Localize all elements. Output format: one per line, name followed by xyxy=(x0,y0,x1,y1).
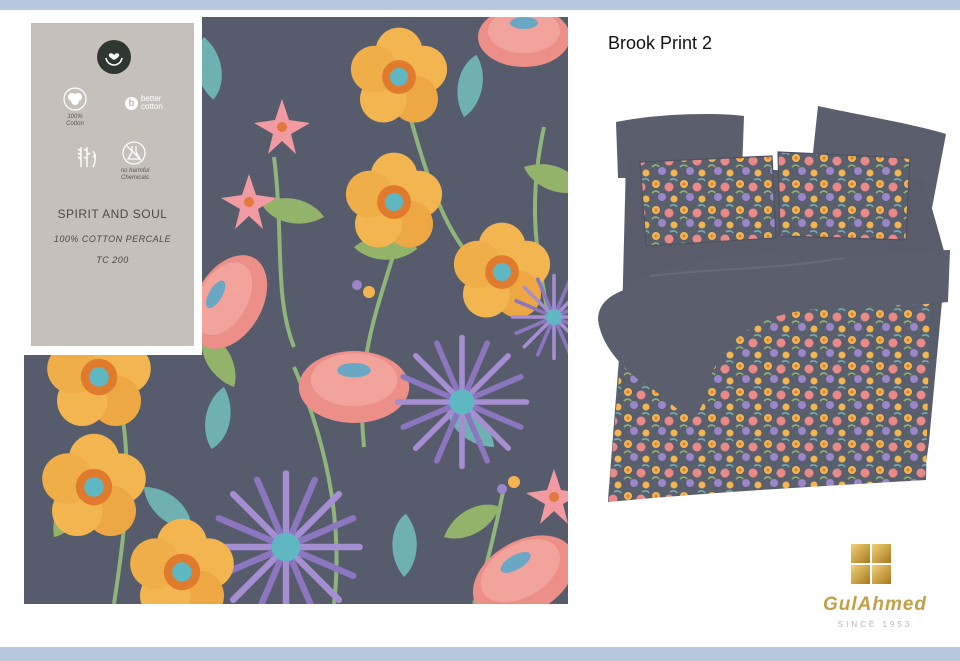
fabric-composition: 100% COTTON PERCALE xyxy=(53,234,172,244)
brand-name: GulAhmed xyxy=(822,594,928,615)
cotton-caption-line2: Cotton xyxy=(66,121,84,127)
cotton-caption-line1: 100% xyxy=(67,114,83,120)
brand-logo: GulAhmed SINCE 1953 xyxy=(805,540,945,640)
cotton-boll-icon xyxy=(63,87,87,111)
better-cotton-text-line2: cotton xyxy=(141,102,163,111)
cotton-caption: 100% Cotton xyxy=(59,114,91,128)
chemicals-caption: no harmful Chemicals xyxy=(113,168,157,182)
collection-name: SPIRIT AND SOUL xyxy=(57,207,168,221)
label-card: 100% Cotton b better cotton no harmful C… xyxy=(24,17,202,355)
better-cotton-logo: b better cotton xyxy=(125,95,163,111)
thread-count: TC 200 xyxy=(96,255,129,265)
brand-mark-icon xyxy=(851,544,891,584)
print-title: Brook Print 2 xyxy=(608,33,713,53)
brand-since: SINCE 1953 xyxy=(837,620,913,629)
chemicals-caption-line1: no harmful xyxy=(120,168,150,174)
bed-mockup xyxy=(594,100,954,510)
better-cotton-mark: b xyxy=(125,96,138,110)
chemicals-caption-line2: Chemicals xyxy=(120,175,149,181)
bottom-band xyxy=(0,647,960,661)
hands-heart-icon xyxy=(97,40,131,74)
flask-crossed-icon xyxy=(122,141,146,165)
label-card-panel: 100% Cotton b better cotton no harmful C… xyxy=(31,23,194,346)
wheat-leaves-icon xyxy=(74,143,100,169)
top-band xyxy=(0,0,960,10)
